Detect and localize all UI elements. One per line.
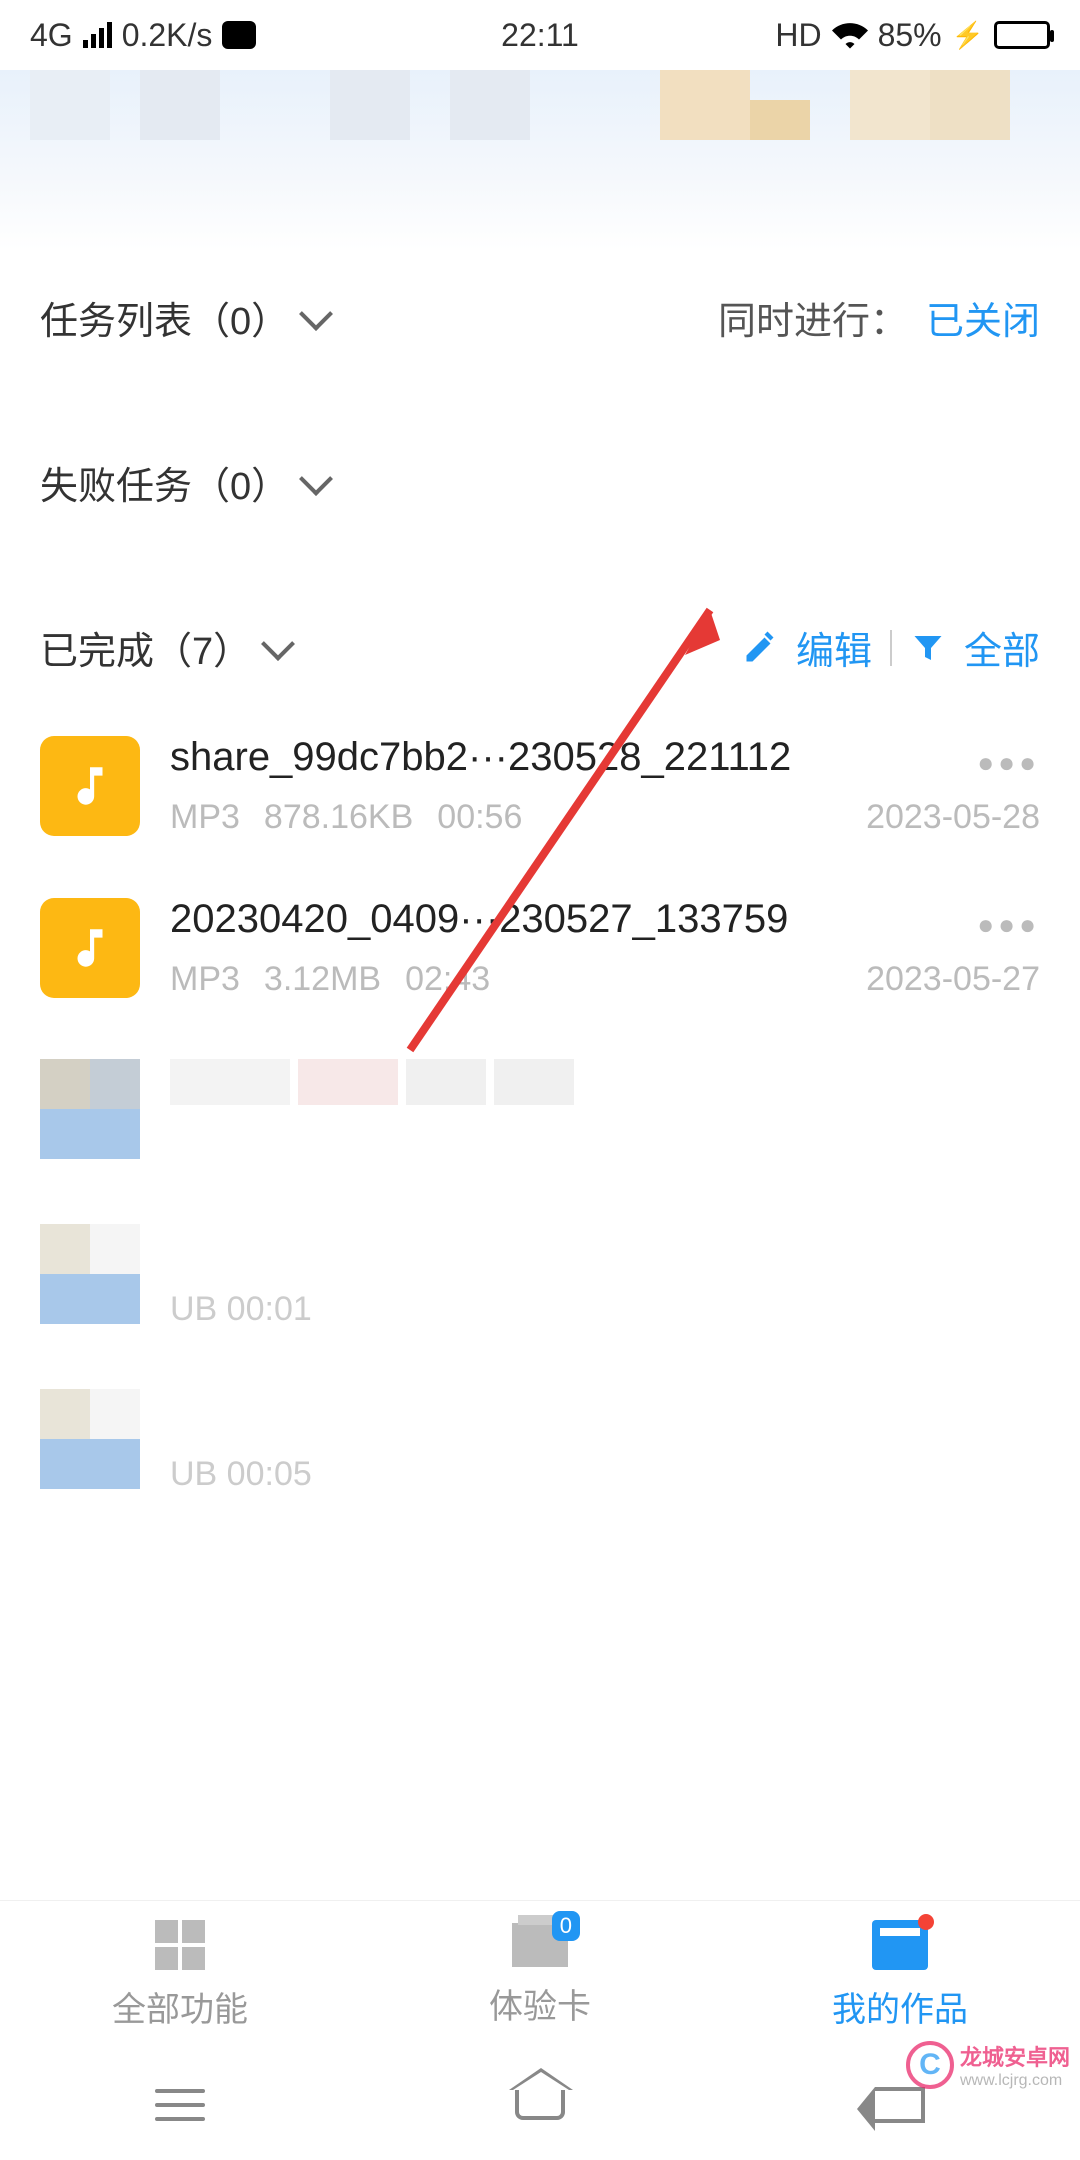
wifi-icon (832, 21, 868, 49)
tab-label: 体验卡 (489, 1979, 591, 2028)
more-button[interactable]: ●●● (967, 899, 1050, 951)
chevron-down-icon (299, 462, 333, 496)
audio-thumbnail (40, 898, 140, 998)
network-type: 4G (30, 17, 73, 54)
audio-thumbnail (40, 736, 140, 836)
chevron-down-icon (261, 627, 295, 661)
tab-my-works[interactable]: 我的作品 (720, 1901, 1080, 2050)
file-size: 878.16KB (264, 798, 413, 837)
file-name: share_99dc7bb2···230528_221112 (170, 735, 1040, 780)
chevron-down-icon (299, 297, 333, 331)
message-icon (222, 21, 256, 49)
bottom-tab-bar: 全部功能 0 体验卡 我的作品 (0, 1900, 1080, 2050)
file-duration: 00:56 (437, 798, 522, 837)
task-list-label: 任务列表（0） (40, 290, 289, 345)
status-right: HD 85% ⚡ (775, 17, 1050, 54)
watermark: C 龙城安卓网 www.lcjrg.com (906, 2040, 1070, 2090)
tab-label: 我的作品 (832, 1982, 968, 2031)
failed-tasks-section[interactable]: 失败任务（0） (0, 425, 1080, 540)
file-item[interactable]: 20230420_0409···230527_133759 MP3 3.12MB… (0, 867, 1080, 1029)
grid-icon (155, 1920, 205, 1970)
file-date: 2023-05-27 (866, 960, 1040, 999)
file-type: MP3 (170, 960, 240, 999)
card-icon: 0 (512, 1923, 568, 1967)
censored-thumbnail (40, 1059, 140, 1159)
file-item-censored[interactable] (0, 1029, 1080, 1194)
tab-all-functions[interactable]: 全部功能 (0, 1901, 360, 2050)
clock: 22:11 (501, 17, 579, 54)
filter-icon[interactable] (910, 630, 946, 666)
censored-thumbnail (40, 1389, 140, 1489)
file-duration: 02:43 (405, 960, 490, 999)
completed-label: 已完成（7） (40, 620, 251, 675)
concurrent-label: 同时进行： (718, 290, 908, 345)
home-button[interactable] (475, 2070, 605, 2140)
file-size: 3.12MB (264, 960, 381, 999)
charging-icon: ⚡ (952, 20, 984, 51)
file-item-censored[interactable]: UB 00:05 (0, 1359, 1080, 1524)
censored-meta: UB 00:05 (170, 1455, 312, 1494)
file-name: 20230420_0409···230527_133759 (170, 897, 1040, 942)
signal-icon (83, 22, 112, 48)
watermark-title: 龙城安卓网 (960, 2040, 1070, 2072)
tab-label: 全部功能 (112, 1982, 248, 2031)
music-note-icon (65, 761, 115, 811)
music-note-icon (65, 923, 115, 973)
edit-button[interactable]: 编辑 (796, 620, 872, 675)
status-bar: 4G 0.2K/s 22:11 HD 85% ⚡ (0, 0, 1080, 70)
file-item-censored[interactable]: UB 00:01 (0, 1194, 1080, 1359)
home-icon (515, 2090, 565, 2120)
back-icon (875, 2087, 925, 2123)
status-left: 4G 0.2K/s (30, 17, 256, 54)
tab-experience-card[interactable]: 0 体验卡 (360, 1901, 720, 2050)
file-date: 2023-05-28 (866, 798, 1040, 837)
battery-percent: 85% (878, 17, 942, 54)
box-icon (872, 1920, 928, 1970)
watermark-logo: C (906, 2041, 954, 2089)
file-item[interactable]: share_99dc7bb2···230528_221112 MP3 878.1… (0, 705, 1080, 867)
more-button[interactable]: ●●● (967, 737, 1050, 789)
hamburger-icon (155, 2089, 205, 2121)
watermark-url: www.lcjrg.com (960, 2072, 1070, 2090)
divider (890, 630, 892, 666)
failed-tasks-label: 失败任务（0） (40, 455, 289, 510)
hd-label: HD (775, 17, 821, 54)
filter-button[interactable]: 全部 (964, 620, 1040, 675)
pencil-icon[interactable] (742, 630, 778, 666)
header-banner (0, 70, 1080, 250)
recent-apps-button[interactable] (115, 2069, 245, 2141)
network-speed: 0.2K/s (122, 17, 213, 54)
censored-meta: UB 00:01 (170, 1290, 312, 1329)
card-badge: 0 (552, 1911, 580, 1941)
task-list-section[interactable]: 任务列表（0） 同时进行： 已关闭 (0, 260, 1080, 375)
battery-icon (994, 21, 1050, 49)
concurrent-toggle[interactable]: 已关闭 (926, 290, 1040, 345)
censored-thumbnail (40, 1224, 140, 1324)
file-type: MP3 (170, 798, 240, 837)
notification-dot (918, 1914, 934, 1930)
completed-section[interactable]: 已完成（7） 编辑 全部 (0, 590, 1080, 705)
